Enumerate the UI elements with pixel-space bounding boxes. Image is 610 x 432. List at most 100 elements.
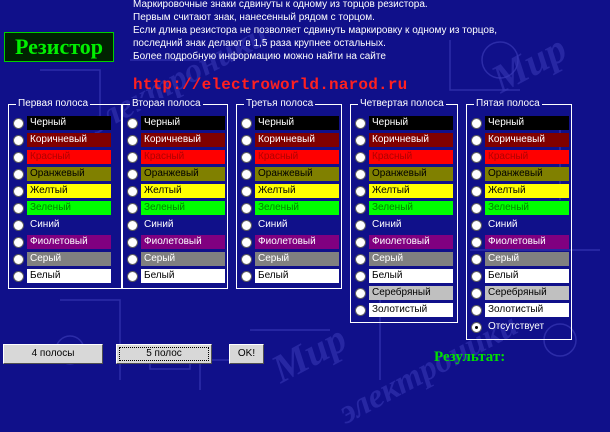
band-option[interactable]: Красный: [471, 150, 569, 164]
band-option[interactable]: Оранжевый: [13, 167, 111, 181]
radio-button[interactable]: [471, 321, 482, 333]
band-option[interactable]: Золотистый: [471, 303, 569, 317]
band-option[interactable]: Белый: [241, 269, 339, 283]
band-option[interactable]: Красный: [355, 150, 453, 164]
radio-button[interactable]: [127, 185, 138, 197]
band-option[interactable]: Белый: [13, 269, 111, 283]
radio-button[interactable]: [355, 219, 366, 231]
radio-button[interactable]: [471, 287, 482, 299]
radio-button[interactable]: [241, 270, 252, 282]
band-option[interactable]: Синий: [13, 218, 111, 232]
band-option[interactable]: Красный: [13, 150, 111, 164]
radio-button[interactable]: [127, 134, 138, 146]
band-option[interactable]: Желтый: [13, 184, 111, 198]
band-option[interactable]: Черный: [241, 116, 339, 130]
band-option[interactable]: Золотистый: [355, 303, 453, 317]
radio-button[interactable]: [471, 185, 482, 197]
radio-button[interactable]: [471, 304, 482, 316]
band-option[interactable]: Серый: [355, 252, 453, 266]
band-option[interactable]: Фиолетовый: [355, 235, 453, 249]
radio-button[interactable]: [13, 270, 24, 282]
band-option[interactable]: Коричневый: [127, 133, 225, 147]
band-option[interactable]: Красный: [241, 150, 339, 164]
band-option[interactable]: Серый: [127, 252, 225, 266]
band-option[interactable]: Фиолетовый: [241, 235, 339, 249]
band-option[interactable]: Оранжевый: [471, 167, 569, 181]
radio-button[interactable]: [355, 151, 366, 163]
radio-button[interactable]: [13, 168, 24, 180]
band-option[interactable]: Отсутствует: [471, 320, 569, 334]
radio-button[interactable]: [241, 219, 252, 231]
radio-button[interactable]: [355, 304, 366, 316]
band-option[interactable]: Серебряный: [471, 286, 569, 300]
radio-button[interactable]: [355, 287, 366, 299]
band-option[interactable]: Фиолетовый: [471, 235, 569, 249]
band-option[interactable]: Синий: [241, 218, 339, 232]
band-option[interactable]: Фиолетовый: [13, 235, 111, 249]
band-option[interactable]: Белый: [127, 269, 225, 283]
radio-button[interactable]: [355, 270, 366, 282]
radio-button[interactable]: [241, 117, 252, 129]
radio-button[interactable]: [13, 185, 24, 197]
radio-button[interactable]: [13, 219, 24, 231]
band-option[interactable]: Белый: [355, 269, 453, 283]
band-option[interactable]: Серый: [13, 252, 111, 266]
radio-button[interactable]: [13, 253, 24, 265]
radio-button[interactable]: [127, 202, 138, 214]
radio-button[interactable]: [355, 236, 366, 248]
radio-button[interactable]: [13, 134, 24, 146]
radio-button[interactable]: [127, 117, 138, 129]
radio-button[interactable]: [471, 219, 482, 231]
radio-button[interactable]: [127, 168, 138, 180]
radio-button[interactable]: [355, 202, 366, 214]
band-option[interactable]: Черный: [13, 116, 111, 130]
radio-button[interactable]: [127, 151, 138, 163]
radio-button[interactable]: [241, 134, 252, 146]
band-option[interactable]: Красный: [127, 150, 225, 164]
band-option[interactable]: Коричневый: [355, 133, 453, 147]
band-option[interactable]: Желтый: [241, 184, 339, 198]
band-option[interactable]: Синий: [471, 218, 569, 232]
radio-button[interactable]: [241, 168, 252, 180]
radio-button[interactable]: [241, 253, 252, 265]
radio-button[interactable]: [471, 236, 482, 248]
band-option[interactable]: Серебряный: [355, 286, 453, 300]
radio-button[interactable]: [13, 151, 24, 163]
band-option[interactable]: Черный: [127, 116, 225, 130]
radio-button[interactable]: [13, 117, 24, 129]
radio-button[interactable]: [471, 202, 482, 214]
band-option[interactable]: Зеленый: [241, 201, 339, 215]
band-option[interactable]: Синий: [355, 218, 453, 232]
radio-button[interactable]: [13, 236, 24, 248]
band-option[interactable]: Синий: [127, 218, 225, 232]
radio-button[interactable]: [471, 151, 482, 163]
radio-button[interactable]: [241, 185, 252, 197]
radio-button[interactable]: [471, 168, 482, 180]
radio-button[interactable]: [127, 219, 138, 231]
band-option[interactable]: Зеленый: [471, 201, 569, 215]
radio-button[interactable]: [471, 134, 482, 146]
four-bands-button[interactable]: 4 полосы: [3, 344, 103, 364]
band-option[interactable]: Оранжевый: [127, 167, 225, 181]
radio-button[interactable]: [471, 253, 482, 265]
radio-button[interactable]: [355, 185, 366, 197]
band-option[interactable]: Черный: [471, 116, 569, 130]
ok-button[interactable]: OK!: [229, 344, 264, 364]
five-bands-button[interactable]: 5 полос: [116, 344, 212, 364]
site-link[interactable]: http://electroworld.narod.ru: [133, 76, 407, 94]
radio-button[interactable]: [127, 270, 138, 282]
band-option[interactable]: Черный: [355, 116, 453, 130]
band-option[interactable]: Коричневый: [241, 133, 339, 147]
radio-button[interactable]: [241, 202, 252, 214]
band-option[interactable]: Зеленый: [355, 201, 453, 215]
radio-button[interactable]: [355, 168, 366, 180]
band-option[interactable]: Зеленый: [13, 201, 111, 215]
radio-button[interactable]: [127, 236, 138, 248]
radio-button[interactable]: [355, 253, 366, 265]
band-option[interactable]: Зеленый: [127, 201, 225, 215]
band-option[interactable]: Фиолетовый: [127, 235, 225, 249]
band-option[interactable]: Белый: [471, 269, 569, 283]
radio-button[interactable]: [241, 236, 252, 248]
band-option[interactable]: Серый: [471, 252, 569, 266]
radio-button[interactable]: [355, 117, 366, 129]
